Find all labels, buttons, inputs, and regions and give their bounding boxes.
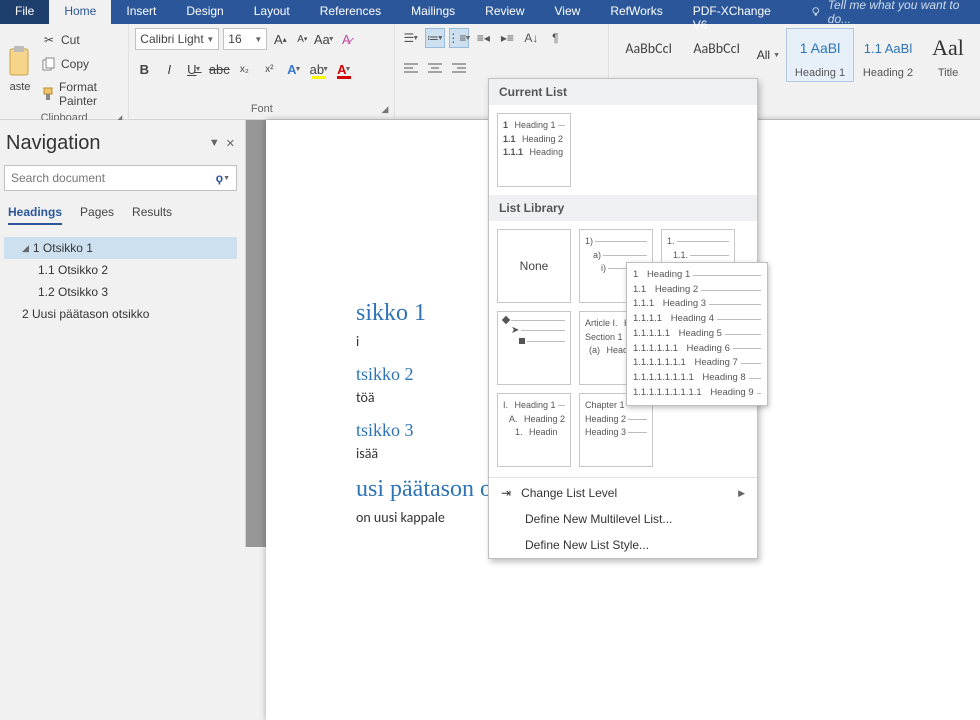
italic-button[interactable]: I xyxy=(160,60,178,78)
align-left-button[interactable] xyxy=(401,58,421,78)
tree-item[interactable]: 2 Uusi päätason otsikko xyxy=(4,303,237,325)
tab-insert[interactable]: Insert xyxy=(111,0,171,24)
nav-tab-pages[interactable]: Pages xyxy=(80,205,114,225)
change-list-level-cmd[interactable]: ⇥ Change List Level ▶ xyxy=(489,480,757,506)
ml-tile-tooltip: 1 Heading 1 1.1 Heading 2 1.1.1 Heading … xyxy=(626,262,768,406)
tree-item[interactable]: ◢1 Otsikko 1 xyxy=(4,237,237,259)
highlight-button[interactable]: ab▼ xyxy=(310,60,328,78)
superscript-button[interactable]: x² xyxy=(260,60,278,78)
nav-tabs: Headings Pages Results xyxy=(4,191,237,233)
numbering-button[interactable]: ≔▼ xyxy=(425,28,445,48)
search-placeholder: Search document xyxy=(11,171,105,185)
align-center-button[interactable] xyxy=(425,58,445,78)
indent-icon: ⇥ xyxy=(501,486,511,500)
increase-indent-button[interactable]: ▸≡ xyxy=(497,28,517,48)
format-painter-button[interactable]: Format Painter xyxy=(37,78,122,110)
define-multilevel-cmd[interactable]: Define New Multilevel List... xyxy=(489,506,757,532)
headings-tree: ◢1 Otsikko 1 1.1 Otsikko 2 1.2 Otsikko 3… xyxy=(4,237,237,325)
tell-me-label: Tell me what you want to do... xyxy=(828,0,980,26)
caret-icon: ◢ xyxy=(22,243,29,254)
tab-review[interactable]: Review xyxy=(470,0,539,24)
style-heading2[interactable]: 1.1 AaBl Heading 2 xyxy=(854,28,922,82)
multilevel-list-button[interactable]: ⋮≡▼ xyxy=(449,28,469,48)
format-painter-label: Format Painter xyxy=(59,80,118,108)
clear-formatting-button[interactable]: A̷ xyxy=(337,30,355,48)
dd-section-library: List Library xyxy=(489,195,757,221)
nav-search-input[interactable]: Search document ϙ▼ xyxy=(4,165,237,191)
chevron-down-icon[interactable]: ▼ xyxy=(209,137,220,150)
copy-button[interactable]: Copy xyxy=(37,54,122,74)
text-effects-button[interactable]: A▼ xyxy=(285,60,303,78)
nav-tab-headings[interactable]: Headings xyxy=(8,205,62,225)
scissors-icon: ✂ xyxy=(41,32,57,48)
ml-tile-roman[interactable]: I. Heading 1 A. Heading 2 1. Headin xyxy=(497,393,571,467)
show-marks-button[interactable]: ¶ xyxy=(545,28,565,48)
font-size-combo[interactable]: 16▼ xyxy=(223,28,267,50)
shrink-font-button[interactable]: A▾ xyxy=(293,30,311,48)
define-list-style-cmd[interactable]: Define New List Style... xyxy=(489,532,757,558)
navigation-pane: Navigation ▼ ✕ Search document ϙ▼ Headin… xyxy=(0,120,246,547)
paste-button[interactable]: aste xyxy=(6,28,34,110)
strikethrough-button[interactable]: abc xyxy=(210,60,228,78)
styles-filter-button[interactable]: All ▼ xyxy=(751,28,786,82)
style-normal[interactable]: AaBbCcI xyxy=(615,28,683,82)
cut-button[interactable]: ✂ Cut xyxy=(37,30,122,50)
subscript-button[interactable]: x₂ xyxy=(235,60,253,78)
tab-view[interactable]: View xyxy=(540,0,596,24)
tab-layout[interactable]: Layout xyxy=(239,0,305,24)
ml-tile-current[interactable]: 1 Heading 1 1.1 Heading 2 1.1.1 Heading xyxy=(497,113,571,187)
tree-item[interactable]: 1.1 Otsikko 2 xyxy=(4,259,237,281)
grow-font-button[interactable]: A▴ xyxy=(271,30,289,48)
dd-section-current: Current List xyxy=(489,79,757,105)
lightbulb-icon xyxy=(810,6,822,18)
align-right-button[interactable] xyxy=(449,58,469,78)
ml-tile-bullets[interactable]: ➤ xyxy=(497,311,571,385)
underline-button[interactable]: U▼ xyxy=(185,60,203,78)
style-nospacing[interactable]: AaBbCcI xyxy=(683,28,751,82)
cut-label: Cut xyxy=(61,33,80,47)
group-font: Calibri Light▼ 16▼ A▴ A▾ Aa▼ A̷ B I U▼ a… xyxy=(129,24,395,119)
brush-icon xyxy=(41,86,55,102)
group-clipboard: aste ✂ Cut Copy Format Painter Clipboard… xyxy=(0,24,129,119)
font-color-button[interactable]: A▼ xyxy=(335,60,353,78)
tab-file[interactable]: File xyxy=(0,0,49,24)
tab-mailings[interactable]: Mailings xyxy=(396,0,470,24)
tab-references[interactable]: References xyxy=(305,0,396,24)
paste-icon xyxy=(6,45,34,79)
style-title[interactable]: Aal Title xyxy=(922,28,974,82)
tab-refworks[interactable]: RefWorks xyxy=(595,0,677,24)
copy-label: Copy xyxy=(61,57,89,71)
chevron-right-icon: ▶ xyxy=(738,488,745,499)
dialog-launcher-icon[interactable]: ◢ xyxy=(381,104,388,115)
tab-home[interactable]: Home xyxy=(49,0,111,24)
copy-icon xyxy=(41,56,57,72)
style-heading1[interactable]: 1 AaBl Heading 1 xyxy=(786,28,854,82)
font-label: Font◢ xyxy=(135,101,388,117)
search-icon: ϙ xyxy=(216,171,223,185)
bold-button[interactable]: B xyxy=(135,60,153,78)
bullets-button[interactable]: ☰▼ xyxy=(401,28,421,48)
close-icon[interactable]: ✕ xyxy=(226,137,235,150)
decrease-indent-button[interactable]: ≡◂ xyxy=(473,28,493,48)
tree-item[interactable]: 1.2 Otsikko 3 xyxy=(4,281,237,303)
change-case-button[interactable]: Aa▼ xyxy=(315,30,333,48)
tell-me-search[interactable]: Tell me what you want to do... xyxy=(810,0,980,24)
ribbon-tabs: File Home Insert Design Layout Reference… xyxy=(0,0,980,24)
nav-tab-results[interactable]: Results xyxy=(132,205,172,225)
tab-design[interactable]: Design xyxy=(171,0,238,24)
nav-title: Navigation ▼ ✕ xyxy=(4,128,237,165)
tab-pdfxchange[interactable]: PDF-XChange V6 xyxy=(678,0,800,24)
font-name-combo[interactable]: Calibri Light▼ xyxy=(135,28,219,50)
ml-tile-none[interactable]: None xyxy=(497,229,571,303)
sort-button[interactable]: A↓ xyxy=(521,28,541,48)
